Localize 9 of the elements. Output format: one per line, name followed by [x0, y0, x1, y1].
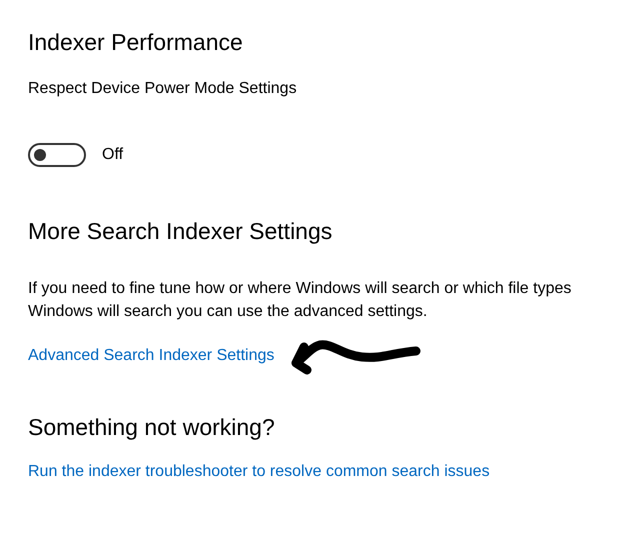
section-heading: Something not working? [28, 413, 275, 442]
setting-label: Respect Device Power Mode Settings [28, 79, 297, 99]
toggle-state: Off [102, 146, 124, 164]
toggle-switch[interactable] [28, 143, 86, 167]
section-heading: More Search Indexer Settings [28, 217, 332, 246]
settings-link[interactable]: Run the indexer troubleshooter to resolve common search issues [28, 463, 490, 481]
settings-link[interactable]: Advanced Search Indexer Settings [28, 347, 274, 365]
section-description: If you need to fine tune how or where Windows will search or which file types Windows will search you can use the advanced settings. [28, 279, 572, 322]
section-heading: Indexer Performance [28, 28, 243, 57]
